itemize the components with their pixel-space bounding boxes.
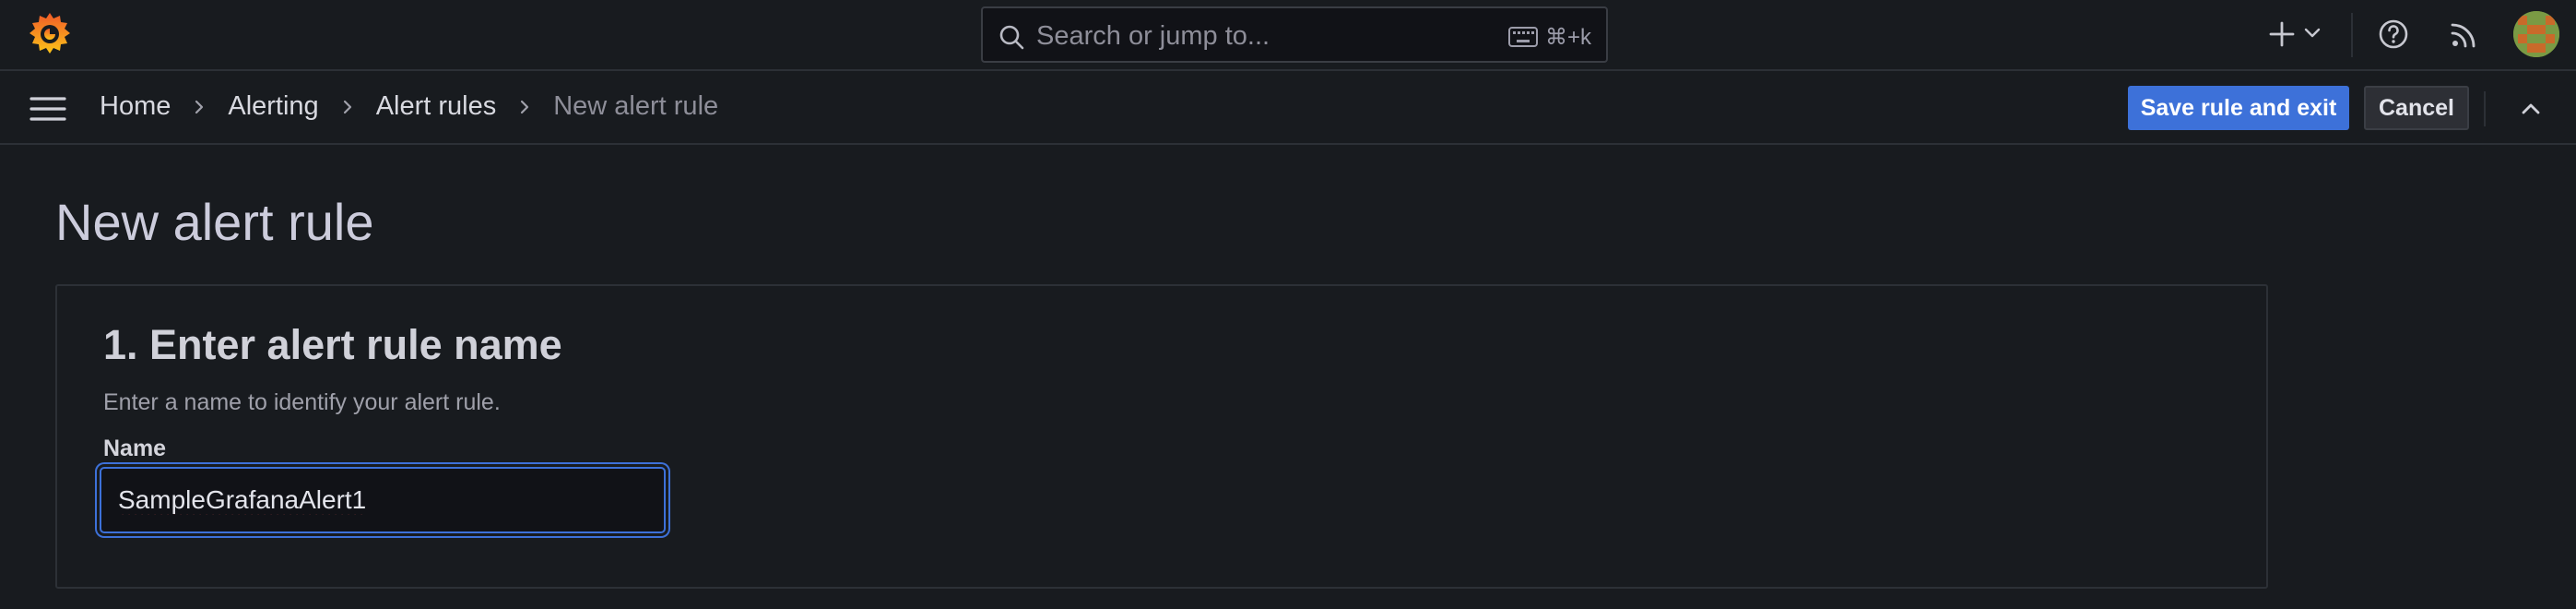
plus-icon[interactable] bbox=[2266, 18, 2298, 50]
breadcrumb-alert-rules[interactable]: Alert rules bbox=[376, 91, 497, 122]
breadcrumb-alerting[interactable]: Alerting bbox=[228, 91, 318, 122]
page-title: New alert rule bbox=[55, 193, 374, 251]
keyboard-icon bbox=[1508, 27, 1538, 47]
grafana-logo-icon[interactable] bbox=[24, 9, 76, 61]
toolbar-divider bbox=[2351, 13, 2353, 57]
chevron-down-icon[interactable] bbox=[2303, 26, 2322, 41]
hamburger-menu-icon[interactable] bbox=[28, 93, 68, 125]
search-shortcut: ⌘+k bbox=[1545, 25, 1592, 50]
chevron-right-icon bbox=[343, 100, 351, 113]
search-icon bbox=[999, 25, 1024, 50]
search-bar[interactable]: Search or jump to... ⌘+k bbox=[981, 6, 1608, 63]
cancel-button[interactable]: Cancel bbox=[2364, 86, 2469, 130]
chevron-right-icon bbox=[521, 100, 529, 113]
chevron-right-icon bbox=[195, 100, 204, 113]
toolbar-divider bbox=[2484, 91, 2486, 126]
breadcrumb-bar: Home Alerting Alert rules New alert rule… bbox=[0, 73, 2576, 145]
chevron-up-icon[interactable] bbox=[2515, 97, 2546, 121]
rule-name-input[interactable] bbox=[100, 467, 666, 533]
help-icon[interactable] bbox=[2377, 18, 2410, 51]
step-title: 1. Enter alert rule name bbox=[103, 321, 562, 368]
step-description: Enter a name to identify your alert rule… bbox=[103, 389, 501, 415]
breadcrumb-home[interactable]: Home bbox=[100, 91, 171, 122]
search-placeholder: Search or jump to... bbox=[1036, 21, 1270, 51]
name-field-label: Name bbox=[103, 436, 167, 461]
save-rule-and-exit-button[interactable]: Save rule and exit bbox=[2128, 86, 2349, 130]
news-feed-icon[interactable] bbox=[2449, 20, 2478, 50]
user-avatar[interactable] bbox=[2513, 11, 2559, 57]
top-navbar: Search or jump to... ⌘+k bbox=[0, 0, 2576, 71]
step-card-rule-name: 1. Enter alert rule name Enter a name to… bbox=[55, 284, 2268, 589]
breadcrumb: Home Alerting Alert rules New alert rule bbox=[100, 91, 718, 122]
breadcrumb-current: New alert rule bbox=[553, 91, 719, 121]
